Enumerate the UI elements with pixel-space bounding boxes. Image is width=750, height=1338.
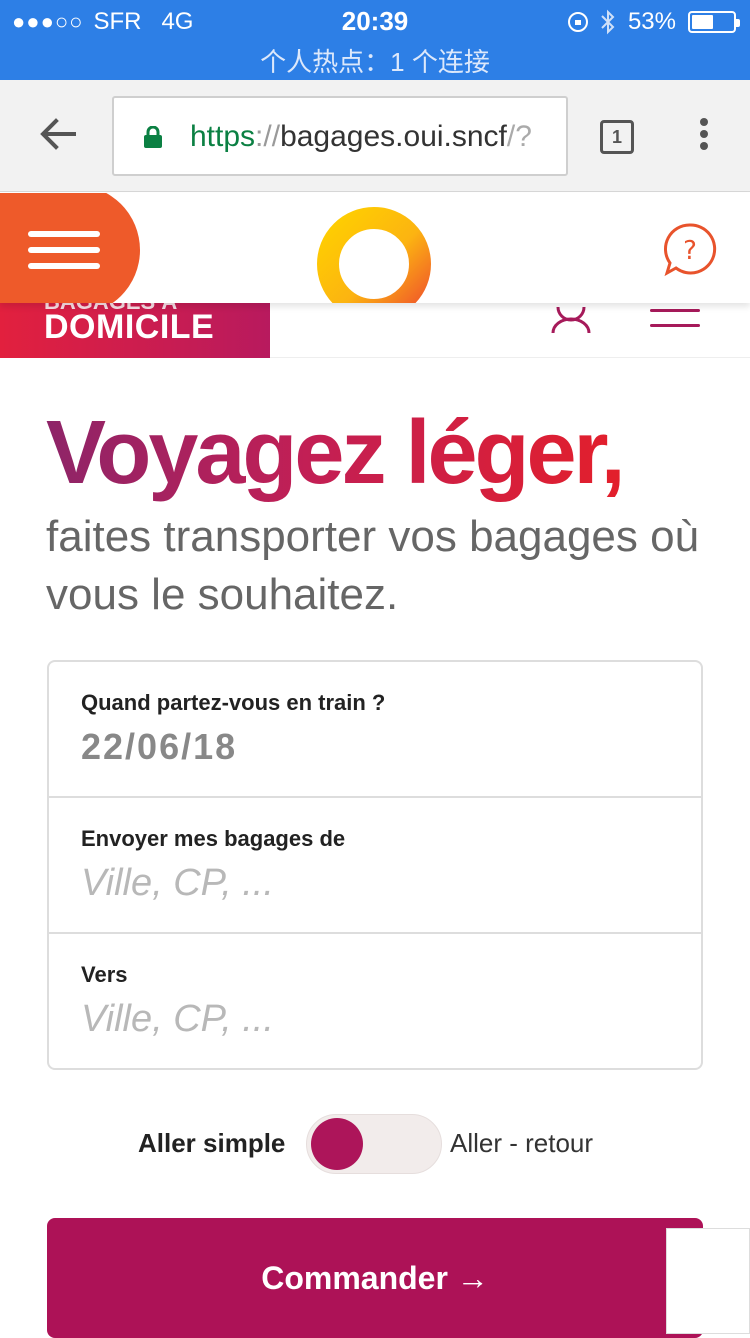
user-account-icon[interactable] xyxy=(550,307,592,333)
destination-input[interactable] xyxy=(81,994,641,1044)
secure-lock-icon xyxy=(144,126,162,148)
origin-label: Envoyer mes bagages de xyxy=(81,826,346,851)
tab-switcher-button[interactable]: 1 xyxy=(600,120,634,154)
site-header: ? xyxy=(0,193,750,303)
toggle-knob[interactable] xyxy=(311,1118,363,1170)
url-scheme: https xyxy=(190,120,256,153)
one-way-label[interactable]: Aller simple xyxy=(138,1128,285,1159)
order-button[interactable]: Commander → xyxy=(47,1218,703,1338)
destination-field: Vers xyxy=(49,934,701,1070)
date-value[interactable]: 22/06/18 xyxy=(81,726,237,768)
help-icon[interactable]: ? xyxy=(662,221,718,277)
address-bar[interactable]: https://bagages.oui.sncf/? xyxy=(112,96,568,176)
destination-label: Vers xyxy=(81,962,128,987)
trip-type-toggle: Aller simple Aller - retour xyxy=(0,1112,750,1176)
hero-title: Voyagez léger, xyxy=(46,398,626,508)
url-text[interactable]: https://bagages.oui.sncf/? xyxy=(190,120,532,154)
url-tail: /? xyxy=(506,120,532,153)
status-right: 53% xyxy=(567,8,740,36)
status-bar: ●●●○○ SFR 4G 20:39 53% 个人热点：1 个连接 xyxy=(0,0,750,80)
hotspot-banner[interactable]: 个人热点：1 个连接 xyxy=(0,42,750,79)
date-label: Quand partez-vous en train ? xyxy=(81,690,386,715)
brand-badge[interactable]: BAGAGES À DOMICILE xyxy=(0,303,270,358)
origin-input[interactable] xyxy=(81,858,641,908)
svg-text:?: ? xyxy=(683,236,697,266)
brand-badge-text: DOMICILE xyxy=(44,308,215,346)
rotation-lock-icon xyxy=(567,12,588,32)
trip-type-switch[interactable] xyxy=(306,1114,442,1174)
battery-fill xyxy=(692,15,713,29)
hero-subtitle: faites transporter vos bagages où vous l… xyxy=(46,512,700,619)
date-field[interactable]: Quand partez-vous en train ? 22/06/18 xyxy=(49,662,701,798)
brand-strip: BAGAGES À DOMICILE xyxy=(0,303,750,358)
round-trip-label[interactable]: Aller - retour xyxy=(450,1128,593,1159)
hamburger-menu-icon[interactable] xyxy=(28,231,100,269)
overlay-corner xyxy=(666,1228,750,1334)
origin-field: Envoyer mes bagages de xyxy=(49,798,701,934)
oui-logo-icon[interactable] xyxy=(315,205,433,303)
back-arrow-icon[interactable] xyxy=(36,112,80,156)
battery-icon xyxy=(688,11,740,33)
url-separator: :// xyxy=(255,120,281,153)
url-host: bagages.oui.sncf xyxy=(280,120,507,153)
battery-percent: 53% xyxy=(627,8,676,35)
secondary-menu-icon[interactable] xyxy=(650,309,700,331)
browser-toolbar: https://bagages.oui.sncf/? 1 xyxy=(0,80,750,192)
bluetooth-icon xyxy=(601,9,615,35)
booking-form: Quand partez-vous en train ? 22/06/18 En… xyxy=(47,660,703,1070)
browser-menu-icon[interactable] xyxy=(700,118,710,158)
